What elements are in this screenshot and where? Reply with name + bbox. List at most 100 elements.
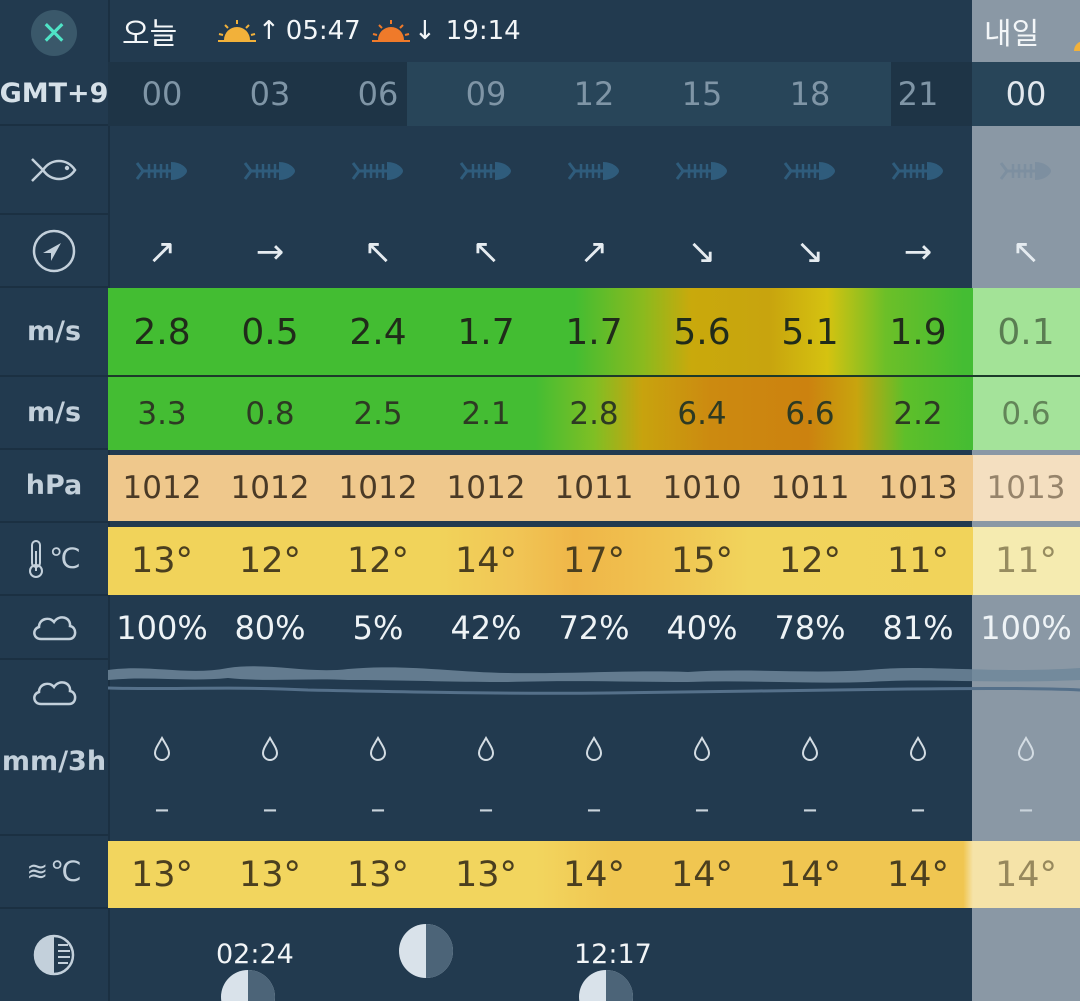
precip-cell: – bbox=[864, 780, 972, 838]
wind-arrow-icon: ↖ bbox=[471, 231, 501, 272]
wind-speed-cell: 2.8 bbox=[108, 288, 216, 377]
fish-activity-cell bbox=[864, 126, 972, 215]
wind-speed-row: 2.8 0.5 2.4 1.7 1.7 5.6 5.1 1.9 0.1 bbox=[108, 288, 1080, 377]
precip-cell: – bbox=[648, 780, 756, 838]
precip-cell-value: – bbox=[802, 791, 818, 827]
fish-row bbox=[108, 126, 1080, 215]
fish-activity-cell bbox=[324, 126, 432, 215]
water-temp-cell-value: 14° bbox=[994, 854, 1058, 895]
moonrise-time: 02:24 bbox=[216, 939, 294, 970]
wind-direction-cell: → bbox=[864, 215, 972, 288]
water-temp-cell-value: 14° bbox=[670, 854, 734, 895]
wind-direction-cell: ↗ bbox=[540, 215, 648, 288]
fish-bone-icon bbox=[999, 161, 1051, 180]
water-temp-cell-value: 13° bbox=[454, 854, 518, 895]
wind-gust-cell: 0.8 bbox=[216, 377, 324, 450]
hour-cell: 12 bbox=[540, 62, 648, 126]
fish-bone-icon bbox=[675, 161, 727, 180]
hour-cell-value: 03 bbox=[249, 75, 291, 113]
cloud-cover-cell-value: 72% bbox=[558, 609, 630, 647]
temperature-cell-value: 12° bbox=[346, 541, 410, 581]
cloud-cover-cell: 80% bbox=[216, 596, 324, 660]
raindrop-icon bbox=[1017, 736, 1035, 761]
hour-cell-value: 09 bbox=[465, 75, 507, 113]
pressure-cell: 1010 bbox=[648, 455, 756, 521]
temperature-cell: 12° bbox=[324, 527, 432, 595]
water-temp-cell-value: 14° bbox=[778, 854, 842, 895]
temperature-cell: 11° bbox=[864, 527, 972, 595]
temperature-row: 13° 12° 12° 14° 17° 15° 12° 11° 11° bbox=[108, 527, 1080, 595]
wind-speed-cell-value: 5.6 bbox=[673, 312, 731, 353]
pressure-cell-value: 1012 bbox=[122, 470, 202, 506]
wind-speed-cell: 2.4 bbox=[324, 288, 432, 377]
wind-gust-cell: 2.5 bbox=[324, 377, 432, 450]
raindrop-icon bbox=[261, 736, 279, 761]
wind-gust-cell-value: 2.5 bbox=[353, 395, 403, 432]
wind-direction-cell: ↗ bbox=[108, 215, 216, 288]
moonset-time: 12:17 bbox=[574, 939, 652, 970]
precip-drop-cell bbox=[756, 720, 864, 778]
moon-row: 02:24 12:17 bbox=[108, 909, 1080, 1001]
pressure-cell: 1013 bbox=[972, 455, 1080, 521]
hour-cell: 15 bbox=[648, 62, 756, 126]
raindrop-icon bbox=[909, 736, 927, 761]
forecast-grid: 00 03 06 09 12 15 18 21 00 ↗ → ↖ ↖ ↗ ↘ ↘ → ↖ 2.8 0.5 2.4 1.… bbox=[107, 0, 1080, 1001]
fish-bone-icon bbox=[351, 161, 403, 180]
fish-bone-icon bbox=[135, 161, 187, 180]
wind-direction-cell: ↖ bbox=[432, 215, 540, 288]
fish-activity-cell bbox=[648, 126, 756, 215]
fish-bone-icon bbox=[567, 161, 619, 180]
hour-cell: 09 bbox=[432, 62, 540, 126]
water-temp-cell-value: 14° bbox=[562, 854, 626, 895]
water-waves-icon: ≋ bbox=[26, 856, 49, 887]
cloud-cover-cell: 100% bbox=[108, 596, 216, 660]
temperature-cell-value: 11° bbox=[886, 541, 950, 581]
wind-speed-cell-value: 1.7 bbox=[565, 312, 623, 353]
moon-phase-icon bbox=[0, 909, 108, 1001]
water-temp-cell-value: 13° bbox=[130, 854, 194, 895]
pressure-cell: 1012 bbox=[108, 455, 216, 521]
cloud-cover-cell: 81% bbox=[864, 596, 972, 660]
wind-gust-cell: 3.3 bbox=[108, 377, 216, 450]
wind-arrow-icon: ↖ bbox=[1011, 231, 1041, 272]
wind-gust-cell: 2.1 bbox=[432, 377, 540, 450]
pressure-cell: 1012 bbox=[216, 455, 324, 521]
pressure-cell: 1012 bbox=[324, 455, 432, 521]
close-button[interactable]: ✕ bbox=[31, 10, 77, 56]
wind-direction-cell: ↖ bbox=[324, 215, 432, 288]
precip-unit: mm/3h bbox=[1, 746, 107, 777]
pressure-cell-value: 1010 bbox=[662, 470, 742, 506]
wind-speed-cell: 1.7 bbox=[432, 288, 540, 377]
wind-direction-cell: → bbox=[216, 215, 324, 288]
temperature-cell-value: 13° bbox=[130, 541, 194, 581]
water-temp-cell-value: 13° bbox=[238, 854, 302, 895]
wind-gust-cell-value: 2.2 bbox=[893, 395, 943, 432]
cloud-cover-cell: 72% bbox=[540, 596, 648, 660]
hour-cell-value: 06 bbox=[357, 75, 399, 113]
pressure-cell-value: 1013 bbox=[986, 470, 1066, 506]
pressure-cell: 1012 bbox=[432, 455, 540, 521]
raindrop-icon bbox=[585, 736, 603, 761]
precip-drop-cell bbox=[216, 720, 324, 778]
wind-gust-cell: 6.4 bbox=[648, 377, 756, 450]
water-temp-cell: 13° bbox=[432, 841, 540, 908]
wind-gust-row: 3.3 0.8 2.5 2.1 2.8 6.4 6.6 2.2 0.6 bbox=[108, 377, 1080, 450]
wind-gust-cell-value: 3.3 bbox=[137, 395, 187, 432]
cloud-cover-cell-value: 100% bbox=[980, 609, 1072, 647]
fish-activity-cell bbox=[756, 126, 864, 215]
cloud-cover-cell: 100% bbox=[972, 596, 1080, 660]
wind-speed-cell-value: 0.1 bbox=[997, 312, 1055, 353]
precip-cell-value: – bbox=[1018, 791, 1034, 827]
temperature-cell-value: 14° bbox=[454, 541, 518, 581]
pressure-row: 1012 1012 1012 1012 1011 1010 1011 1013 1013 bbox=[108, 455, 1080, 521]
wind-direction-cell: ↘ bbox=[756, 215, 864, 288]
water-temp-cell: 14° bbox=[972, 841, 1080, 908]
moon-half-icon bbox=[399, 924, 453, 978]
water-temp-cell: 13° bbox=[324, 841, 432, 908]
pressure-cell-value: 1012 bbox=[338, 470, 418, 506]
precip-cell: – bbox=[972, 780, 1080, 838]
wind-gust-cell-value: 0.8 bbox=[245, 395, 295, 432]
water-temp-cell: 13° bbox=[216, 841, 324, 908]
wind-speed-cell-value: 2.4 bbox=[349, 312, 407, 353]
wind-gust-unit: m/s bbox=[0, 377, 108, 450]
